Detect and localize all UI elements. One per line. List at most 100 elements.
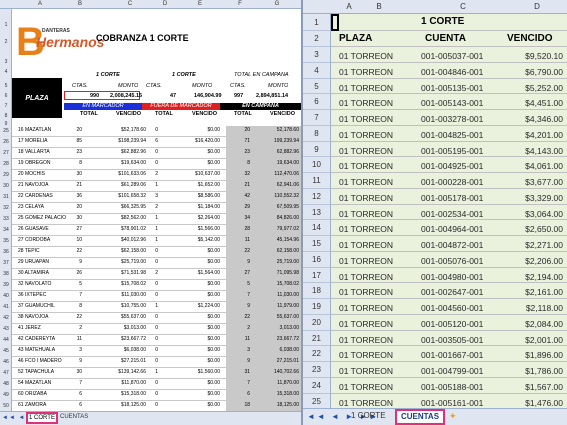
plaza-cell[interactable]: 16 MAZATLAN [18,127,51,133]
r-row-number[interactable]: 20 [303,314,331,331]
plaza-cell[interactable]: 41 JEREZ [18,325,41,331]
value-cell[interactable]: 3,013.00 [252,325,299,331]
plaza-cell[interactable]: 01 TORREON [339,146,393,156]
value-cell[interactable]: 0 [146,391,158,397]
value-cell[interactable]: 0 [146,325,158,331]
table-row[interactable]: 01 TORREON 001-005135-001 $5,252.00 [331,78,567,95]
row-number[interactable]: 50 [0,403,12,409]
value-cell[interactable]: 25,719.00 [252,259,299,265]
vencido-cell[interactable]: $4,143.00 [525,146,563,156]
r-row-number[interactable]: 6 [303,94,331,110]
vencido-cell[interactable]: $3,064.00 [525,209,563,219]
table-row[interactable]: 17 MORELIA 85 $198,239.94 6 $16,420.00 71 199,… [12,137,301,148]
value-cell[interactable]: 0 [146,127,158,133]
value-cell[interactable]: $101,633.06 [82,171,146,177]
value-cell[interactable]: 5 [68,281,82,287]
cuenta-cell[interactable]: 001-005143-001 [421,98,483,108]
plaza-cell[interactable]: 01 TORREON [339,398,393,408]
value-cell[interactable]: $1,652.00 [158,182,220,188]
row-number[interactable]: 46 [0,359,12,365]
r-row-number[interactable]: 13 [303,204,331,221]
active-cell-selection[interactable] [331,14,339,31]
table-row[interactable]: 01 TORREON 001-004825-001 $4,201.00 [331,125,567,142]
value-cell[interactable]: 1 [146,237,158,243]
r-row-number[interactable]: 4 [303,62,331,79]
row-number[interactable]: 7 [0,103,12,109]
tab-cuentas-right[interactable]: CUENTAS [395,409,445,425]
vencido-cell[interactable]: $2,650.00 [525,224,563,234]
plaza-cell[interactable]: 01 TORREON [339,256,393,266]
value-cell[interactable]: $78,901.02 [82,226,146,232]
r-row-number-2[interactable]: 2 [303,31,331,47]
plaza-cell[interactable]: 43 MATEHUALA [18,347,55,353]
plaza-cell[interactable]: 32 NAVOLATO [18,281,51,287]
plaza-cell[interactable]: 46 FCO I MADERO [18,358,62,364]
plaza-cell[interactable]: 01 TORREON [339,366,393,376]
r-col-header-d[interactable]: D [527,2,547,11]
value-cell[interactable]: 27 [226,270,250,276]
table-row[interactable]: 32 NAVOLATO 5 $15,708.02 0 $0.00 5 15,708.02 [12,280,301,291]
col-header-e[interactable]: E [185,1,215,7]
value-cell[interactable]: 3 [226,347,250,353]
plaza-cell[interactable]: 01 TORREON [339,272,393,282]
table-row[interactable]: 16 MAZATLAN 20 $52,178.60 0 $0.00 20 52,178.60 [12,126,301,137]
tab-cuentas[interactable]: CUENTAS [60,414,88,420]
value-cell[interactable]: 2 [68,325,82,331]
cuenta-cell[interactable]: 001-005037-001 [421,51,483,61]
row-number[interactable]: 6 [0,93,12,99]
tab-1-corte[interactable]: 1 CORTE [26,412,58,424]
value-cell[interactable]: 22 [226,314,250,320]
plaza-cell[interactable]: 01 TORREON [339,98,393,108]
value-cell[interactable]: 30 [68,369,82,375]
value-cell[interactable]: 84,826.00 [252,215,299,221]
value-cell[interactable]: $0.00 [158,259,220,265]
value-cell[interactable]: 15,318.00 [252,391,299,397]
value-cell[interactable]: 2 [226,325,250,331]
vencido-cell[interactable]: $4,061.00 [525,161,563,171]
value-cell[interactable]: 55,637.00 [252,314,299,320]
table-row[interactable]: 20 MOCHIS 30 $101,633.06 2 $10,637.00 32 112,4… [12,170,301,181]
value-cell[interactable]: 23,667.72 [252,336,299,342]
plaza-cell[interactable]: 01 TORREON [339,382,393,392]
value-cell[interactable]: $66,325.95 [82,204,146,210]
value-cell[interactable]: $15,318.00 [82,391,146,397]
value-cell[interactable]: 2 [146,204,158,210]
value-cell[interactable]: 140,702.66 [252,369,299,375]
plaza-cell[interactable]: 61 ZAMORA [18,402,46,408]
row-number[interactable]: 40 [0,293,12,299]
r-row-number[interactable]: 23 [303,362,331,378]
value-cell[interactable]: 23 [226,149,250,155]
r-row-number[interactable]: 16 [303,251,331,268]
table-row[interactable]: 01 TORREON 001-004980-001 $2,194.00 [331,267,567,284]
value-cell[interactable]: 22 [68,314,82,320]
value-cell[interactable]: 26 [68,270,82,276]
value-cell[interactable]: 8 [68,303,82,309]
plaza-cell[interactable]: 01 TORREON [339,224,393,234]
plaza-cell[interactable]: 01 TORREON [339,240,393,250]
cuenta-cell[interactable]: 001-005161-001 [421,398,483,408]
plaza-cell[interactable]: 29 URUAPAN [18,259,49,265]
plaza-cell[interactable]: 01 TORREON [339,193,393,203]
value-cell[interactable]: 6 [68,391,82,397]
row-number[interactable]: 3 [0,59,12,65]
plaza-cell[interactable]: 01 TORREON [339,67,393,77]
vencido-cell[interactable]: $2,271.00 [525,240,563,250]
value-cell[interactable]: 52,178.60 [252,127,299,133]
table-row[interactable]: 43 MATEHUALA 3 $6,038.00 0 $0.00 3 6,038.00 [12,346,301,357]
r-row-number[interactable]: 12 [303,188,331,205]
table-row[interactable]: 01 TORREON 001-004799-001 $1,786.00 [331,362,567,378]
r-col-header-a[interactable]: A [339,2,359,11]
table-row[interactable]: 21 NAVOJOA 21 $61,289.06 1 $1,652.00 21 62,941… [12,181,301,192]
row-number[interactable]: 49 [0,392,12,398]
plaza-cell[interactable]: 60 ORIZABA [18,391,47,397]
value-cell[interactable]: $0.00 [158,127,220,133]
row-number[interactable]: 37 [0,260,12,266]
r-row-number-1[interactable]: 1 [303,14,331,31]
table-row[interactable]: 01 TORREON 001-004560-001 $2,118.00 [331,299,567,315]
plaza-cell[interactable]: 37 GUAMUCHIL [18,303,55,309]
table-row[interactable]: 36 IXTEPEC 7 $11,030.00 0 $0.00 7 11,030.00 [12,291,301,302]
value-cell[interactable]: 27 [68,226,82,232]
table-row[interactable]: 54 MAZATLAN 7 $11,870.00 0 $0.00 7 11,870.00 [12,379,301,390]
value-cell[interactable]: $1,184.00 [158,204,220,210]
value-cell[interactable]: 2 [146,270,158,276]
